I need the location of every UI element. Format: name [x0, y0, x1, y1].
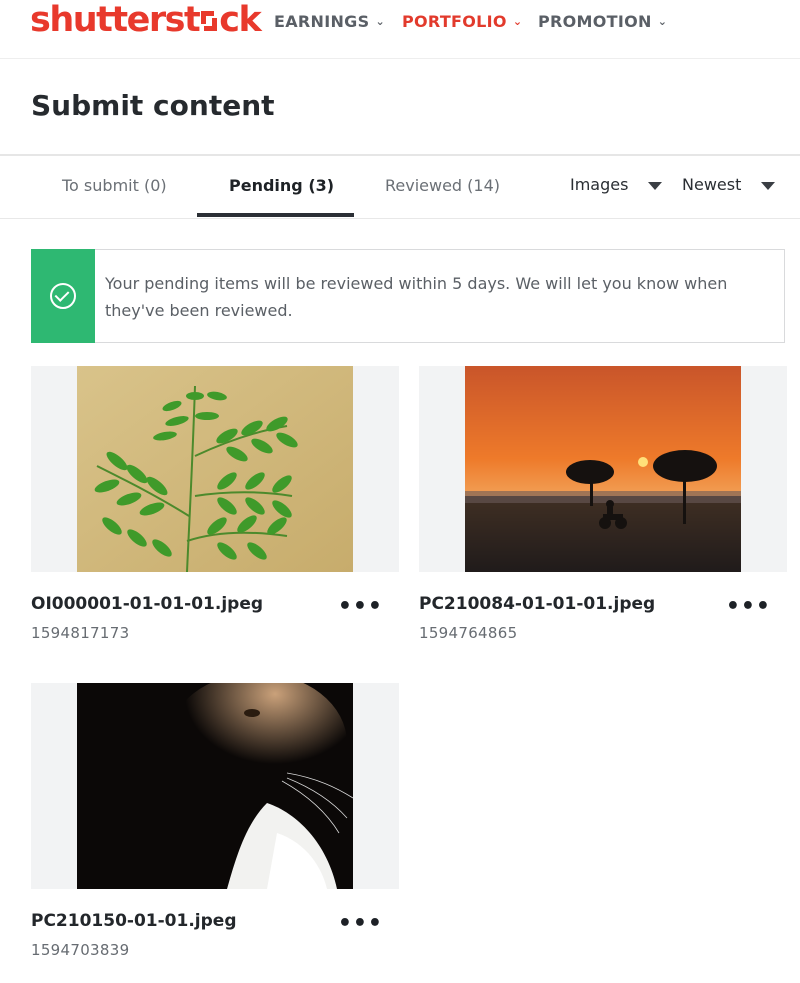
chevron-down-icon: ⌄ [657, 15, 668, 28]
sunset-motorbike-photo [465, 366, 741, 572]
thumbnail[interactable] [419, 366, 787, 572]
page-title: Submit content [31, 89, 275, 122]
pending-notice: Your pending items will be reviewed with… [31, 249, 785, 343]
check-circle-icon [50, 283, 76, 309]
chevron-down-icon: ⌄ [512, 15, 523, 28]
more-options-icon[interactable]: ••• [726, 596, 771, 618]
chevron-down-icon: ⌄ [375, 15, 385, 28]
tab-to-submit[interactable]: To submit (0) [62, 176, 167, 195]
file-id: 1594703839 [31, 941, 130, 959]
page-header: Submit content [0, 59, 800, 156]
nav-portfolio[interactable]: PORTFOLIO ⌄ [402, 12, 522, 31]
media-type-dropdown[interactable]: Images [570, 175, 628, 194]
file-name[interactable]: PC210084-01-01-01.jpeg [419, 594, 655, 614]
notice-text: Your pending items will be reviewed with… [105, 274, 728, 320]
notice-accent [31, 249, 95, 343]
nav-earnings[interactable]: EARNINGS ⌄ [274, 12, 385, 31]
nav-earnings-label: EARNINGS [274, 12, 370, 31]
top-navbar: shutterst ck EARNINGS ⌄ PORTFOLIO ⌄ PROMOTI… [0, 0, 800, 59]
thumbnail[interactable] [31, 683, 399, 889]
more-options-icon[interactable]: ••• [338, 913, 383, 935]
file-id: 1594764865 [419, 624, 518, 642]
tab-reviewed[interactable]: Reviewed (14) [385, 176, 500, 195]
file-id: 1594817173 [31, 624, 130, 642]
thumbnail[interactable] [31, 366, 399, 572]
shutterstock-logo[interactable]: shutterst ck [30, 0, 262, 42]
tab-pending[interactable]: Pending (3) [229, 176, 334, 195]
status-tabs: To submit (0) Pending (3) Reviewed (14) … [0, 156, 800, 219]
more-options-icon[interactable]: ••• [338, 596, 383, 618]
file-name[interactable]: OI000001-01-01-01.jpeg [31, 594, 263, 614]
fern-leaves-photo [77, 366, 353, 572]
nav-promotion[interactable]: PROMOTION ⌄ [538, 12, 667, 31]
nav-portfolio-label: PORTFOLIO [402, 12, 507, 31]
file-name[interactable]: PC210150-01-01.jpeg [31, 911, 237, 931]
cat-portrait-photo [77, 683, 353, 889]
caret-down-icon[interactable] [648, 182, 662, 190]
active-tab-indicator [197, 213, 354, 217]
nav-promotion-label: PROMOTION [538, 12, 652, 31]
sort-dropdown[interactable]: Newest [682, 175, 741, 194]
caret-down-icon[interactable] [761, 182, 775, 190]
